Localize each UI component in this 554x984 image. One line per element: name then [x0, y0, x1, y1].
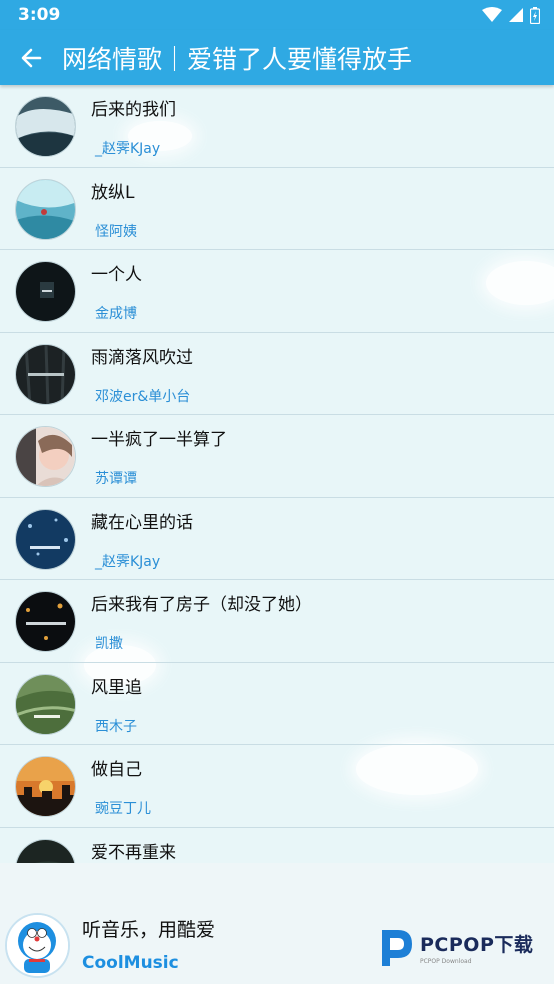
wifi-icon: [482, 7, 502, 22]
song-row[interactable]: 放纵L 怪阿姨: [0, 168, 554, 250]
song-artist: 西木子: [95, 718, 137, 735]
song-row[interactable]: 后来我有了房子（却没了她） 凯撒: [0, 580, 554, 663]
signal-icon: [509, 8, 523, 22]
app-bar: 网络情歌｜爱错了人要懂得放手: [0, 30, 554, 85]
album-cover: [15, 426, 76, 487]
footer-brand: CoolMusic: [82, 953, 179, 973]
song-artist: _赵霁KJay: [95, 141, 161, 157]
song-row[interactable]: 一半疯了一半算了 苏谭谭: [0, 415, 554, 498]
song-title: 后来的我们: [91, 100, 176, 120]
song-row[interactable]: 做自己 豌豆丁儿: [0, 745, 554, 828]
battery-icon: [530, 6, 540, 24]
song-artist: 金成博: [95, 306, 137, 322]
song-title: 一个人: [91, 265, 142, 285]
album-cover: [15, 756, 76, 817]
song-artist: _赵霁KJay: [95, 553, 161, 570]
page-title: 网络情歌｜爱错了人要懂得放手: [62, 44, 413, 74]
status-time: 3:09: [18, 5, 61, 25]
song-title: 一半疯了一半算了: [91, 430, 227, 450]
album-cover: [15, 343, 76, 405]
pcpop-logo-icon: [382, 930, 412, 966]
watermark-sub: PCPOP Download: [420, 957, 472, 965]
song-row[interactable]: 风里追 西木子: [0, 663, 554, 745]
song-title: 放纵L: [91, 182, 135, 203]
song-title: 后来我有了房子（却没了她）: [91, 595, 312, 615]
song-artist: 苏谭谭: [95, 471, 137, 487]
song-row[interactable]: 雨滴落风吹过 邓波er&单小台: [0, 333, 554, 415]
song-artist: 怪阿姨: [95, 223, 137, 240]
song-title: 风里追: [91, 677, 142, 698]
watermark-brand: PCPOP下载: [420, 933, 534, 956]
album-cover: [15, 591, 76, 652]
album-cover: [15, 673, 76, 735]
status-bar: 3:09: [0, 0, 554, 30]
back-button[interactable]: [0, 30, 62, 85]
song-artist: 豌豆丁儿: [95, 801, 151, 817]
album-cover: [15, 261, 76, 322]
footer-slogan: 听音乐，用酷爱: [82, 919, 216, 941]
song-title: 爱不再重来: [91, 842, 176, 863]
arrow-left-icon: [21, 48, 42, 67]
song-row[interactable]: 后来的我们 _赵霁KJay: [0, 85, 554, 168]
album-cover: [15, 178, 76, 240]
app-logo-avatar: [5, 913, 70, 978]
status-icons: [482, 6, 540, 24]
song-artist: 邓波er&单小台: [95, 388, 191, 405]
pcpop-watermark: PCPOP下载 PCPOP Download: [376, 924, 548, 970]
album-cover: [15, 96, 76, 157]
song-row[interactable]: 一个人 金成博: [0, 250, 554, 333]
song-title: 做自己: [91, 760, 142, 780]
album-cover: [15, 838, 76, 863]
song-row[interactable]: 爱不再重来: [0, 828, 554, 863]
song-artist: 凯撒: [95, 636, 123, 652]
song-list[interactable]: 后来的我们 _赵霁KJay 放纵L 怪阿姨 一个人 金成博 雨滴落风吹过 邓波e…: [0, 85, 554, 863]
song-row[interactable]: 藏在心里的话 _赵霁KJay: [0, 498, 554, 580]
song-title: 雨滴落风吹过: [91, 347, 193, 368]
album-cover: [15, 508, 76, 570]
song-title: 藏在心里的话: [91, 512, 193, 533]
